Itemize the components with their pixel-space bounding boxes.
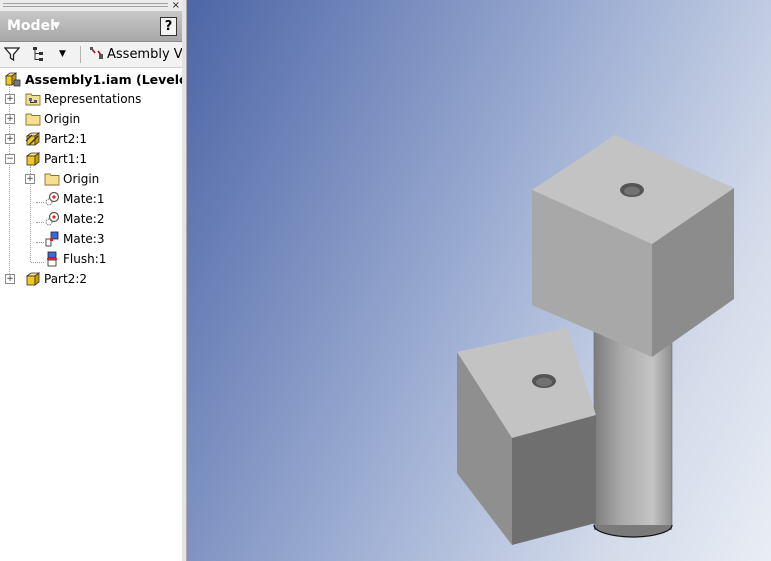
- assembly-view-dropdown[interactable]: Assembly Vi: [107, 47, 182, 62]
- grounded-part-icon: [25, 131, 41, 147]
- help-icon[interactable]: ?: [160, 17, 177, 36]
- tree-item-mate-3[interactable]: Mate:3: [0, 229, 182, 249]
- tree-item-mate-1[interactable]: Mate:1: [0, 189, 182, 209]
- filter-icon[interactable]: [3, 46, 21, 62]
- tree-item-label[interactable]: Mate:1: [63, 192, 104, 206]
- tree-item-label[interactable]: Mate:3: [63, 232, 104, 246]
- mate-constraint-icon: [44, 211, 60, 227]
- tree-item-flush-1[interactable]: Flush:1: [0, 249, 182, 269]
- folder-icon: [25, 111, 41, 127]
- part-icon: [25, 151, 41, 167]
- tree-item-label[interactable]: Part1:1: [44, 152, 87, 166]
- assembly-icon: [4, 71, 21, 87]
- tree-item-label[interactable]: Part2:2: [44, 272, 87, 286]
- close-icon[interactable]: ×: [172, 0, 180, 11]
- mate-constraint-icon: [44, 231, 60, 247]
- expand-icon[interactable]: +: [5, 114, 15, 124]
- toolbar-separator: [80, 46, 81, 63]
- model-browser-panel: × Model ▼ ? ▼ Assembly Vi Assembly1.iam …: [0, 0, 183, 561]
- mate-constraint-icon: [44, 191, 60, 207]
- tree-item-part2-2[interactable]: + Part2:2: [0, 269, 182, 289]
- tree-structure-icon[interactable]: [31, 46, 49, 62]
- graphics-viewport[interactable]: [187, 0, 771, 561]
- expand-icon[interactable]: +: [5, 94, 15, 104]
- lower-block-part[interactable]: [457, 328, 596, 545]
- tree-item-label[interactable]: Representations: [44, 92, 141, 106]
- tree-item-part1-origin[interactable]: + Origin: [0, 169, 182, 189]
- expand-icon[interactable]: +: [5, 134, 15, 144]
- tree-item-label[interactable]: Origin: [44, 112, 80, 126]
- panel-grip[interactable]: ×: [0, 0, 182, 11]
- tree-item-origin[interactable]: + Origin: [0, 109, 182, 129]
- flush-constraint-icon: [44, 251, 60, 267]
- upper-block-part[interactable]: [532, 135, 734, 357]
- collapse-icon[interactable]: −: [5, 154, 15, 164]
- shaft-part[interactable]: [593, 325, 673, 538]
- tree-item-label[interactable]: Flush:1: [63, 252, 106, 266]
- tree-item-representations[interactable]: + Representations: [0, 89, 182, 109]
- representations-icon: [25, 91, 41, 107]
- assembly-model-view[interactable]: [187, 0, 771, 561]
- panel-title-bar[interactable]: Model ▼ ?: [0, 11, 182, 42]
- tree-item-mate-2[interactable]: Mate:2: [0, 209, 182, 229]
- tree-item-part1-1[interactable]: − Part1:1: [0, 149, 182, 169]
- browser-toolbar: ▼ Assembly Vi: [0, 42, 182, 68]
- tree-item-label[interactable]: Part2:1: [44, 132, 87, 146]
- part-icon: [25, 271, 41, 287]
- chevron-down-icon[interactable]: ▼: [59, 46, 66, 62]
- tree-root-label[interactable]: Assembly1.iam (Levelofl: [25, 72, 182, 87]
- assembly-view-icon[interactable]: [89, 46, 105, 62]
- panel-title[interactable]: Model: [7, 18, 55, 34]
- tree-root-assembly[interactable]: Assembly1.iam (Levelofl: [0, 69, 182, 89]
- tree-item-part2-1[interactable]: + Part2:1: [0, 129, 182, 149]
- tree-item-label[interactable]: Mate:2: [63, 212, 104, 226]
- expand-icon[interactable]: +: [5, 274, 15, 284]
- tree-item-label[interactable]: Origin: [63, 172, 99, 186]
- expand-icon[interactable]: +: [25, 174, 35, 184]
- folder-icon: [44, 171, 60, 187]
- chevron-down-icon[interactable]: ▼: [53, 21, 60, 31]
